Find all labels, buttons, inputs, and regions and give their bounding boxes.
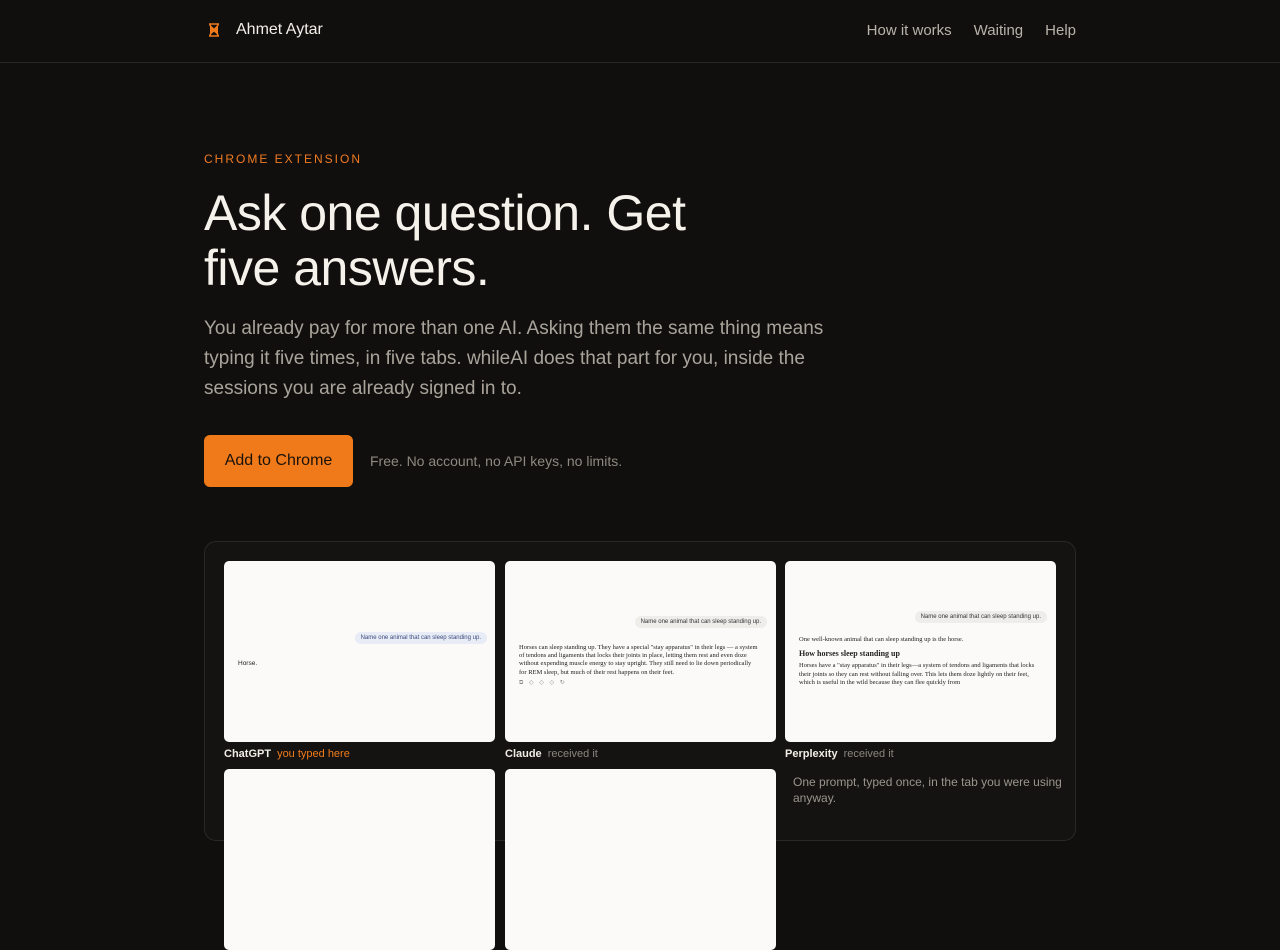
- perplexity-answer-heading: How horses sleep standing up: [799, 649, 900, 659]
- perplexity-question-bubble: Name one animal that can sleep standing …: [914, 611, 1047, 623]
- claude-action-icons: ⧉ ◇ ◇ ◇ ↻: [519, 680, 567, 686]
- nav-waiting[interactable]: Waiting: [974, 22, 1023, 39]
- perplexity-answer-intro: One well-known animal that can sleep sta…: [799, 636, 964, 643]
- hero-eyebrow: CHROME EXTENSION: [204, 152, 363, 166]
- claude-answer: Horses can sleep standing up. They have …: [519, 644, 758, 676]
- perplexity-caption: Perplexity received it: [785, 748, 894, 760]
- demo-panel: Name one animal that can sleep standing …: [204, 541, 1076, 950]
- fourth-screenshot: [224, 769, 495, 950]
- add-to-chrome-button[interactable]: Add to Chrome: [204, 435, 353, 487]
- top-navigation-bar: Ahmet Aytar How it works Waiting Help: [0, 0, 1280, 63]
- chatgpt-screenshot: Name one animal that can sleep standing …: [224, 561, 495, 742]
- brand-name: Ahmet Aytar: [236, 21, 323, 38]
- model-name: Claude: [505, 748, 542, 760]
- model-state: received it: [843, 748, 894, 760]
- chatgpt-question-bubble: Name one animal that can sleep standing …: [354, 632, 487, 644]
- perplexity-screenshot: Name one animal that can sleep standing …: [785, 561, 1056, 742]
- claude-question-bubble: Name one animal that can sleep standing …: [634, 616, 767, 628]
- hero-description: You already pay for more than one AI. As…: [204, 318, 824, 399]
- perplexity-answer: One well-known animal that can sleep sta…: [799, 636, 1038, 694]
- brand[interactable]: Ahmet Aytar: [204, 19, 323, 41]
- main-nav: How it works Waiting Help: [867, 22, 1076, 39]
- claude-screenshot: Name one animal that can sleep standing …: [505, 561, 776, 742]
- chatgpt-answer: Horse.: [238, 660, 258, 667]
- hourglass-logo-icon: [204, 19, 224, 41]
- model-name: ChatGPT: [224, 748, 272, 760]
- model-name: Perplexity: [785, 748, 838, 760]
- claude-caption: Claude received it: [505, 748, 598, 760]
- hero-headline: Ask one question. Get five answers.: [204, 185, 686, 296]
- fifth-screenshot: [505, 769, 776, 950]
- model-state: received it: [547, 748, 598, 760]
- nav-how-it-works[interactable]: How it works: [867, 22, 952, 39]
- demo-note: One prompt, typed once, in the tab you w…: [793, 775, 1062, 805]
- model-state: you typed here: [277, 748, 350, 760]
- chatgpt-caption: ChatGPT you typed here: [224, 748, 350, 760]
- nav-help[interactable]: Help: [1045, 22, 1076, 39]
- cta-note: Free. No account, no API keys, no limits…: [370, 453, 623, 469]
- perplexity-answer-body: Horses have a "stay apparatus" in their …: [799, 662, 1035, 686]
